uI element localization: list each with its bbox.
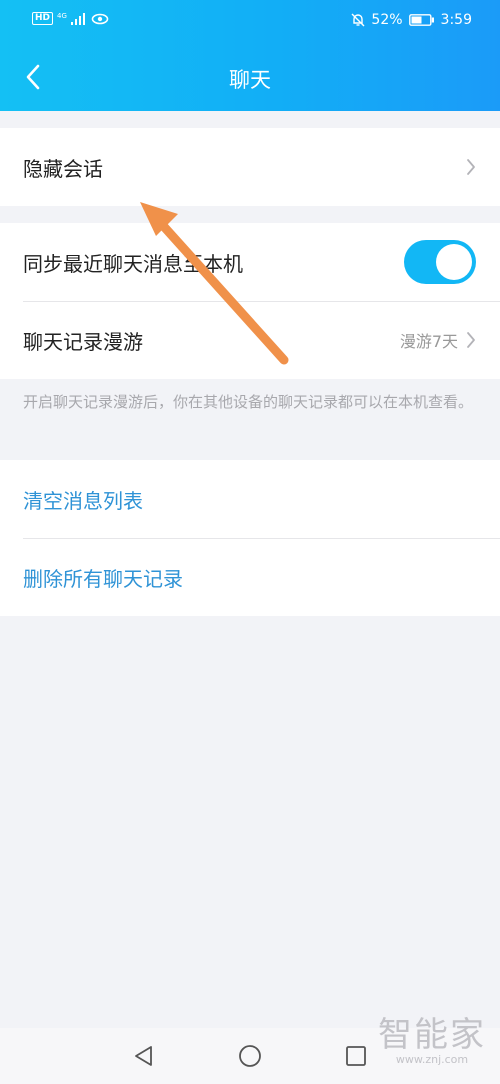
- status-right: 52% 3:59: [351, 12, 472, 28]
- nav-back-button[interactable]: [129, 1042, 159, 1070]
- watermark-url: www.znj.com: [395, 1053, 469, 1066]
- status-bar: HD 4G 52% 3:59: [0, 0, 500, 42]
- sync-recent-label: 同步最近聊天消息至本机: [23, 251, 243, 276]
- nav-bar: 聊天: [0, 44, 500, 110]
- roaming-note: 开启聊天记录漫游后，你在其他设备的聊天记录都可以在本机查看。: [23, 393, 474, 411]
- roaming-row[interactable]: 聊天记录漫游 漫游7天: [0, 301, 500, 379]
- square-recents-icon: [346, 1046, 366, 1066]
- clear-list-label: 清空消息列表: [23, 488, 143, 513]
- signal-icon: [70, 12, 85, 25]
- sync-group: 同步最近聊天消息至本机 聊天记录漫游 漫游7天: [0, 223, 500, 379]
- sync-recent-row: 同步最近聊天消息至本机: [0, 223, 500, 301]
- header-bar: HD 4G 52% 3:59 聊天: [0, 0, 500, 111]
- circle-home-icon: [239, 1045, 261, 1067]
- battery-percent: 52%: [371, 12, 403, 28]
- delete-all-row[interactable]: 删除所有聊天记录: [0, 538, 500, 616]
- page-title: 聊天: [229, 68, 271, 92]
- sync-toggle[interactable]: [404, 240, 476, 284]
- triangle-back-icon: [135, 1046, 152, 1066]
- watermark: 智能家 www.znj.com: [378, 1016, 486, 1066]
- clear-list-row[interactable]: 清空消息列表: [0, 460, 500, 538]
- status-left: HD 4G: [32, 12, 109, 25]
- watermark-title: 智能家: [378, 1015, 486, 1055]
- hd-badge: HD: [32, 12, 54, 25]
- network-label: 4G: [57, 11, 67, 20]
- hidden-chats-group: 隐藏会话: [0, 128, 500, 206]
- eye-icon: [91, 13, 109, 24]
- roaming-value: 漫游7天: [399, 332, 458, 351]
- delete-all-label: 删除所有聊天记录: [23, 566, 183, 591]
- system-nav-bar: 智能家 www.znj.com: [0, 1016, 500, 1084]
- toggle-knob: [436, 244, 472, 280]
- bell-off-icon: [351, 13, 365, 27]
- chevron-right-icon: [467, 159, 475, 175]
- clock: 3:59: [440, 12, 472, 28]
- battery-icon: [408, 14, 434, 26]
- chevron-right-icon: [467, 332, 475, 348]
- actions-group: 清空消息列表 删除所有聊天记录: [0, 460, 500, 616]
- roaming-label: 聊天记录漫游: [23, 329, 143, 354]
- nav-recents-button[interactable]: [341, 1042, 371, 1070]
- hidden-chats-row[interactable]: 隐藏会话: [0, 128, 500, 206]
- hidden-chats-label: 隐藏会话: [23, 156, 103, 181]
- nav-home-button[interactable]: [235, 1042, 265, 1070]
